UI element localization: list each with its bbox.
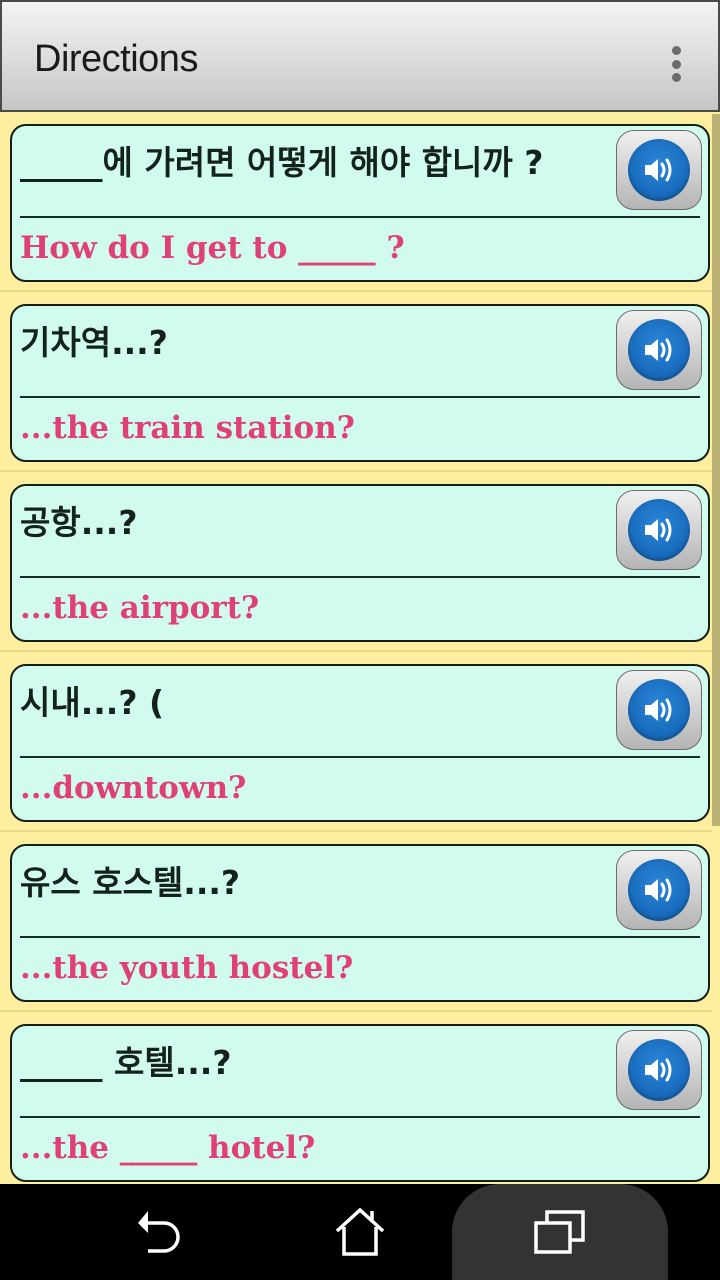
speaker-icon [628,139,690,201]
back-button[interactable] [110,1184,210,1280]
more-vert-icon[interactable] [670,46,682,82]
dot [671,46,681,55]
korean-phrase: 시내...? ( [20,683,165,722]
phrase-card[interactable]: 유스 호스텔...? ...the youth hostel? [10,844,710,1002]
recents-button[interactable] [452,1184,668,1280]
list-item[interactable]: 유스 호스텔...? ...the youth hostel? [0,832,712,1012]
speaker-icon [628,679,690,741]
phrase-card[interactable]: 공항...? ...the airport? [10,484,710,642]
divider [20,756,700,758]
korean-phrase: 기차역...? [20,323,168,362]
phrase-card[interactable]: 시내...? ( ...downtown? [10,664,710,822]
english-translation: ...the airport? [20,590,260,626]
divider [20,576,700,578]
divider [20,936,700,938]
scrollbar[interactable] [712,114,720,826]
english-translation: ...the _____ hotel? [20,1130,316,1166]
korean-phrase: 유스 호스텔...? [20,863,241,902]
speaker-icon [628,319,690,381]
system-nav-bar [0,1184,720,1280]
divider [20,396,700,398]
home-icon [335,1207,385,1256]
list-item[interactable]: _____ 호텔...? ...the _____ hotel? [0,1012,712,1184]
play-audio-button[interactable] [616,670,702,750]
list-item[interactable]: _____에 가려면 어떻게 해야 합니까 ? How do I get to _… [0,112,712,292]
english-translation: ...the train station? [20,410,355,446]
list-item[interactable]: 공항...? ...the airport? [0,472,712,652]
phrase-card[interactable]: 기차역...? ...the train station? [10,304,710,462]
play-audio-button[interactable] [616,130,702,210]
list-item[interactable]: 시내...? ( ...downtown? [0,652,712,832]
speaker-icon [628,499,690,561]
divider [20,216,700,218]
play-audio-button[interactable] [616,310,702,390]
english-translation: How do I get to _____ ? [20,230,405,266]
play-audio-button[interactable] [616,1030,702,1110]
speaker-icon [628,859,690,921]
dot [671,73,681,82]
play-audio-button[interactable] [616,490,702,570]
korean-phrase: 공항...? [20,503,138,542]
phrase-card[interactable]: _____ 호텔...? ...the _____ hotel? [10,1024,710,1182]
app-bar: Directions [0,0,720,112]
recents-icon [534,1210,585,1254]
back-icon [138,1211,180,1253]
speaker-icon [628,1039,690,1101]
english-translation: ...the youth hostel? [20,950,354,986]
list-item[interactable]: 기차역...? ...the train station? [0,292,712,472]
dot [671,59,681,69]
english-translation: ...downtown? [20,770,247,806]
home-button[interactable] [310,1184,410,1280]
phrase-card[interactable]: _____에 가려면 어떻게 해야 합니까 ? How do I get to _… [10,124,710,282]
play-audio-button[interactable] [616,850,702,930]
page-title: Directions [34,38,198,80]
korean-phrase: _____ 호텔...? [20,1043,232,1082]
divider [20,1116,700,1118]
phrase-list[interactable]: _____에 가려면 어떻게 해야 합니까 ? How do I get to _… [0,112,720,1184]
korean-phrase: _____에 가려면 어떻게 해야 합니까 ? [20,143,544,182]
